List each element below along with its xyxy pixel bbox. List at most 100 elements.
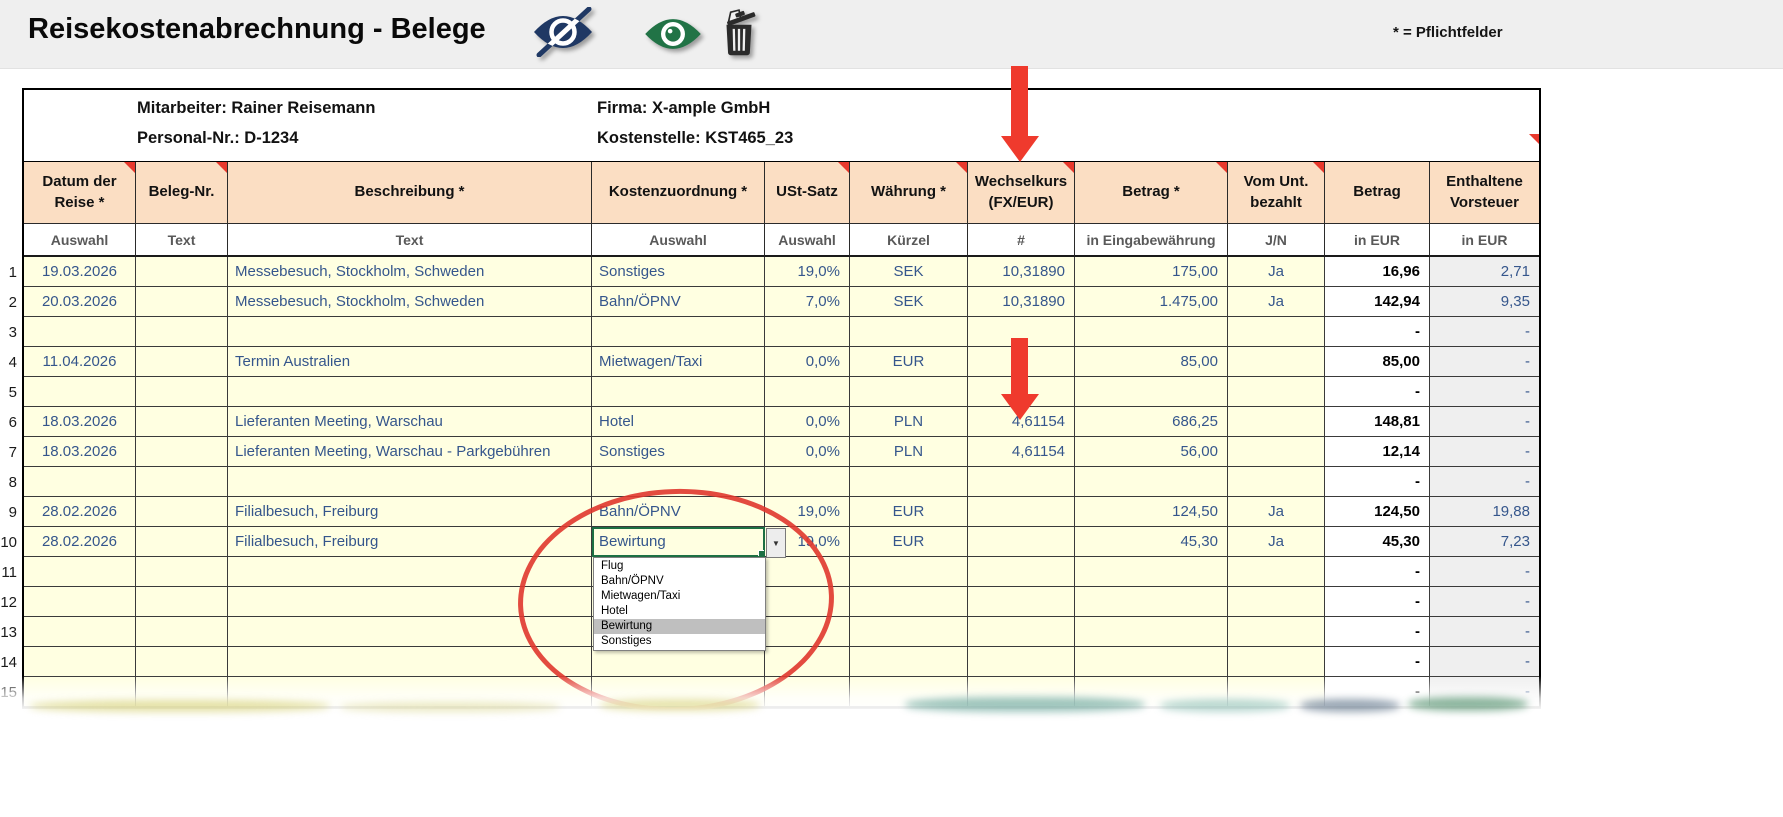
cell[interactable]: Sonstiges bbox=[592, 437, 765, 467]
column-subheader[interactable]: Text bbox=[136, 224, 228, 257]
cell[interactable]: PLN bbox=[850, 407, 968, 437]
cell[interactable]: 19,0% bbox=[765, 497, 850, 527]
cell[interactable] bbox=[1075, 377, 1228, 407]
cell[interactable] bbox=[136, 437, 228, 467]
cell[interactable]: Mietwagen/Taxi bbox=[592, 347, 765, 377]
cell[interactable] bbox=[24, 557, 136, 587]
cell[interactable] bbox=[1228, 617, 1325, 647]
cell[interactable] bbox=[136, 497, 228, 527]
cell[interactable] bbox=[850, 647, 968, 677]
cell[interactable]: 2,71 bbox=[1430, 257, 1539, 287]
cell[interactable]: EUR bbox=[850, 347, 968, 377]
cell[interactable] bbox=[765, 677, 850, 707]
column-subheader[interactable]: Auswahl bbox=[765, 224, 850, 257]
cell[interactable]: Bahn/ÖPNV bbox=[592, 287, 765, 317]
cell[interactable]: 10,31890 bbox=[968, 287, 1075, 317]
column-header[interactable]: Datum der Reise * bbox=[24, 162, 136, 224]
cell[interactable] bbox=[850, 377, 968, 407]
cell[interactable]: 19,88 bbox=[1430, 497, 1539, 527]
dropdown-option[interactable]: Mietwagen/Taxi bbox=[594, 589, 765, 604]
cell[interactable]: - bbox=[1430, 317, 1539, 347]
column-subheader[interactable]: Kürzel bbox=[850, 224, 968, 257]
cell[interactable] bbox=[1075, 677, 1228, 707]
cell[interactable]: 175,00 bbox=[1075, 257, 1228, 287]
cell[interactable]: Termin Australien bbox=[228, 347, 592, 377]
cell[interactable]: SEK bbox=[850, 287, 968, 317]
cell[interactable] bbox=[1228, 587, 1325, 617]
column-header[interactable]: Beleg-Nr. bbox=[136, 162, 228, 224]
cell[interactable]: Bahn/ÖPNV bbox=[592, 497, 765, 527]
row-number[interactable]: 10 bbox=[0, 527, 17, 557]
dropdown-arrow-button[interactable]: ▼ bbox=[766, 528, 786, 558]
cell[interactable] bbox=[968, 647, 1075, 677]
cell[interactable]: 19.03.2026 bbox=[24, 257, 136, 287]
row-number[interactable]: 14 bbox=[0, 647, 17, 677]
row-number[interactable]: 6 bbox=[0, 407, 17, 437]
column-subheader[interactable]: in EUR bbox=[1430, 224, 1539, 257]
cell[interactable] bbox=[765, 557, 850, 587]
cell[interactable]: 148,81 bbox=[1325, 407, 1430, 437]
cell[interactable] bbox=[968, 377, 1075, 407]
cell[interactable] bbox=[24, 647, 136, 677]
cell[interactable]: - bbox=[1325, 587, 1430, 617]
cell[interactable]: 7,0% bbox=[765, 287, 850, 317]
row-number[interactable]: 4 bbox=[0, 347, 17, 377]
cell[interactable]: - bbox=[1325, 377, 1430, 407]
cell[interactable]: Lieferanten Meeting, Warschau - Parkgebü… bbox=[228, 437, 592, 467]
cell[interactable] bbox=[850, 617, 968, 647]
column-subheader[interactable]: # bbox=[968, 224, 1075, 257]
cell[interactable] bbox=[968, 527, 1075, 557]
cell[interactable] bbox=[850, 467, 968, 497]
cell[interactable] bbox=[228, 617, 592, 647]
cell[interactable] bbox=[968, 467, 1075, 497]
row-number[interactable]: 13 bbox=[0, 617, 17, 647]
cell[interactable] bbox=[850, 587, 968, 617]
cell[interactable]: Ja bbox=[1228, 287, 1325, 317]
cell[interactable] bbox=[24, 617, 136, 647]
column-header[interactable]: USt-Satz bbox=[765, 162, 850, 224]
cell[interactable] bbox=[228, 587, 592, 617]
hide-values-button[interactable] bbox=[531, 7, 595, 62]
cell[interactable] bbox=[765, 467, 850, 497]
cell[interactable] bbox=[136, 467, 228, 497]
cell[interactable]: Ja bbox=[1228, 497, 1325, 527]
column-header[interactable]: Betrag bbox=[1325, 162, 1430, 224]
cell[interactable]: Bewirtung bbox=[592, 527, 765, 557]
cell[interactable] bbox=[1228, 317, 1325, 347]
dropdown-option[interactable]: Hotel bbox=[594, 604, 765, 619]
cell[interactable] bbox=[1075, 467, 1228, 497]
cell[interactable] bbox=[136, 617, 228, 647]
cell[interactable]: Lieferanten Meeting, Warschau bbox=[228, 407, 592, 437]
cell[interactable] bbox=[136, 347, 228, 377]
cell[interactable] bbox=[765, 587, 850, 617]
cell[interactable]: 45,30 bbox=[1325, 527, 1430, 557]
cell[interactable]: - bbox=[1430, 407, 1539, 437]
cell[interactable] bbox=[1228, 377, 1325, 407]
cell[interactable] bbox=[24, 677, 136, 707]
cell[interactable]: 85,00 bbox=[1075, 347, 1228, 377]
cell[interactable] bbox=[136, 647, 228, 677]
cell[interactable] bbox=[968, 617, 1075, 647]
column-header[interactable]: Kostenzuordnung * bbox=[592, 162, 765, 224]
cell[interactable] bbox=[1228, 347, 1325, 377]
cell[interactable]: - bbox=[1430, 677, 1539, 707]
cell[interactable]: Filialbesuch, Freiburg bbox=[228, 497, 592, 527]
cell[interactable]: 10,31890 bbox=[968, 257, 1075, 287]
cell[interactable] bbox=[765, 377, 850, 407]
cell[interactable]: 28.02.2026 bbox=[24, 497, 136, 527]
delete-button[interactable] bbox=[721, 7, 757, 62]
row-number[interactable]: 1 bbox=[0, 257, 17, 287]
cell[interactable] bbox=[850, 317, 968, 347]
cell[interactable]: Messebesuch, Stockholm, Schweden bbox=[228, 257, 592, 287]
cell[interactable] bbox=[1075, 557, 1228, 587]
cell[interactable]: 11.04.2026 bbox=[24, 347, 136, 377]
cell[interactable] bbox=[592, 467, 765, 497]
cell[interactable] bbox=[850, 557, 968, 587]
cell[interactable] bbox=[1075, 617, 1228, 647]
cell[interactable] bbox=[592, 677, 765, 707]
cell[interactable]: 0,0% bbox=[765, 347, 850, 377]
cell[interactable]: - bbox=[1325, 467, 1430, 497]
cell[interactable] bbox=[228, 467, 592, 497]
show-values-button[interactable] bbox=[642, 11, 704, 62]
column-subheader[interactable]: in EUR bbox=[1325, 224, 1430, 257]
